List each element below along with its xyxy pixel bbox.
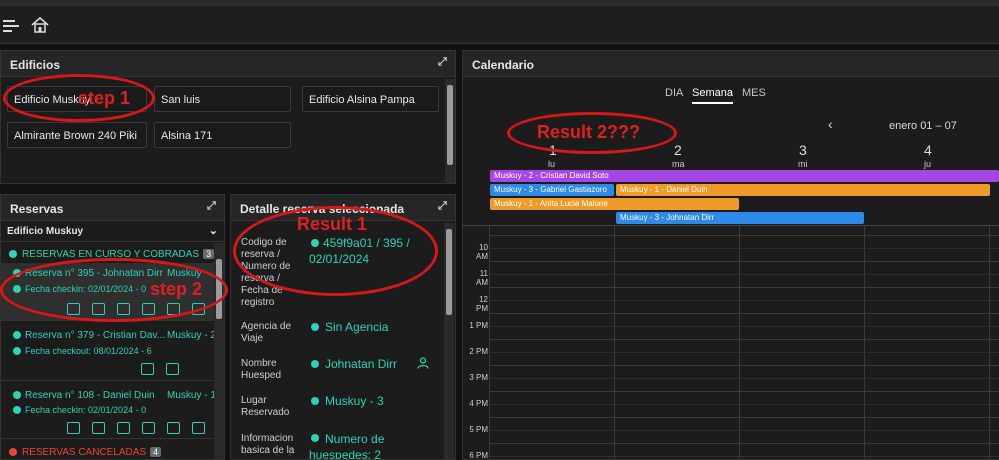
open-external-icon[interactable]	[117, 422, 130, 434]
calendar-event[interactable]: Muskuy - 1 - Anita Lucia Malone	[490, 198, 739, 210]
expand-icon[interactable]: ⤢	[207, 200, 219, 212]
invoice-icon[interactable]	[167, 422, 180, 434]
detail-value-agency: Sin Agencia	[325, 320, 389, 334]
count-badge: 4	[150, 447, 162, 457]
person-icon[interactable]	[417, 357, 429, 369]
building-card-alsina-171[interactable]: Alsina 171	[154, 122, 291, 148]
hour-label: 2 PM	[469, 347, 488, 356]
reservation-item-379[interactable]: Reserva n° 379 - Cristian Dav... Muskuy …	[1, 325, 223, 381]
hour-label: 10 AM	[476, 243, 488, 261]
reservations-panel: Reservas ⤢ Edificio Muskuy ⌄ RESERVAS EN…	[0, 194, 225, 460]
building-card-almirante-brown[interactable]: Almirante Brown 240 Piki	[7, 122, 147, 148]
status-dot-icon	[311, 323, 319, 331]
payment-icon[interactable]	[142, 422, 155, 434]
tab-dia[interactable]: DIA	[665, 87, 683, 99]
calendar-event[interactable]: Muskuy - 1 - Daniel Duin	[616, 184, 990, 196]
tab-semana[interactable]: Semana	[692, 87, 733, 104]
status-dot-icon	[13, 347, 21, 355]
building-card-alsina-pampa[interactable]: Edificio Alsina Pampa	[302, 86, 439, 112]
hour-label: 5 PM	[469, 425, 488, 434]
annotation-step1: step 1	[78, 88, 131, 108]
hour-label: 6 PM	[469, 451, 488, 460]
calendar-event[interactable]: Muskuy - 3 - Johnatan Dirr	[616, 212, 864, 224]
detail-label-info: Informacion basica de la reserva	[241, 433, 295, 459]
hour-label: 4 PM	[469, 399, 488, 408]
swap-icon[interactable]	[166, 363, 179, 375]
calendar-panel-header: Calendario	[463, 51, 999, 77]
detail-label-guest: Nombre Huesped	[241, 358, 282, 381]
reservations-panel-header: Reservas ⤢	[1, 195, 224, 221]
delete-icon[interactable]	[67, 422, 80, 434]
buildings-panel-header: Edificios ⤢	[1, 51, 455, 77]
expand-icon[interactable]: ⤢	[438, 200, 450, 212]
detail-value-place: Muskuy - 3	[325, 394, 384, 408]
hour-label: 12 PM	[476, 295, 488, 313]
all-day-divider	[462, 225, 999, 226]
section-cancelled-reservations[interactable]: RESERVAS CANCELADAS 4	[1, 443, 162, 459]
reservation-item-108[interactable]: Reserva n° 108 - Daniel Duin Muskuy - 1 …	[1, 385, 223, 439]
hour-label: 11 AM	[476, 269, 488, 287]
expand-icon[interactable]: ⤢	[438, 56, 450, 68]
annotation-result2: Result 2???	[537, 122, 641, 142]
day-number: 3	[799, 142, 807, 158]
swap-icon[interactable]	[192, 422, 205, 434]
annotation-result1: Result 1	[297, 214, 368, 234]
status-dot-icon	[311, 397, 319, 405]
calendar-event[interactable]: Muskuy - 3 - Gabriel Gastiazoro	[490, 184, 614, 196]
detail-label-place: Lugar Reservado	[241, 395, 290, 418]
top-bar	[0, 0, 999, 44]
menu-icon[interactable]	[3, 18, 19, 32]
tab-mes[interactable]: MES	[742, 87, 766, 99]
day-name: ma	[672, 159, 685, 169]
status-dot-icon	[13, 406, 21, 414]
day-name: mi	[798, 159, 808, 169]
checkout-icon[interactable]	[92, 422, 105, 434]
panel-title: Reservas	[10, 202, 64, 216]
status-dot-icon	[9, 448, 17, 456]
buildings-scrollbar[interactable]	[445, 79, 455, 183]
status-dot-icon	[13, 331, 21, 339]
detail-scrollbar[interactable]	[444, 223, 454, 459]
status-dot-icon	[13, 391, 21, 399]
chevron-left-icon[interactable]: ‹	[828, 116, 833, 132]
status-dot-icon	[311, 360, 319, 368]
detail-value-guest: Johnatan Dirr	[325, 357, 398, 371]
hour-label: 3 PM	[469, 373, 488, 382]
panel-title: Calendario	[472, 58, 535, 72]
status-dot-icon	[9, 250, 17, 258]
annotation-step2: step 2	[150, 279, 203, 299]
home-icon[interactable]	[30, 15, 50, 35]
hour-label: 1 PM	[469, 321, 488, 330]
date-range: enero 01 – 07	[889, 120, 957, 132]
detail-label-agency: Agencia de Viaje	[241, 321, 292, 344]
detail-value-info: Numero de huespedes: 2	[309, 432, 385, 460]
panel-title: Edificios	[10, 58, 61, 72]
day-number: 4	[924, 142, 932, 158]
day-name: ju	[924, 159, 932, 169]
calendar-panel: Calendario	[462, 50, 999, 460]
building-card-san-luis[interactable]: San luis	[154, 86, 291, 112]
chevron-down-icon: ⌄	[208, 225, 218, 237]
calendar-event[interactable]: Muskuy - 2 - Cristian David Soto	[490, 170, 999, 182]
day-number: 2	[674, 142, 682, 158]
count-badge: 3	[203, 249, 215, 259]
invoice-icon[interactable]	[141, 363, 154, 375]
day-name: lu	[548, 159, 556, 169]
building-select[interactable]: Edificio Muskuy ⌄	[1, 222, 224, 242]
